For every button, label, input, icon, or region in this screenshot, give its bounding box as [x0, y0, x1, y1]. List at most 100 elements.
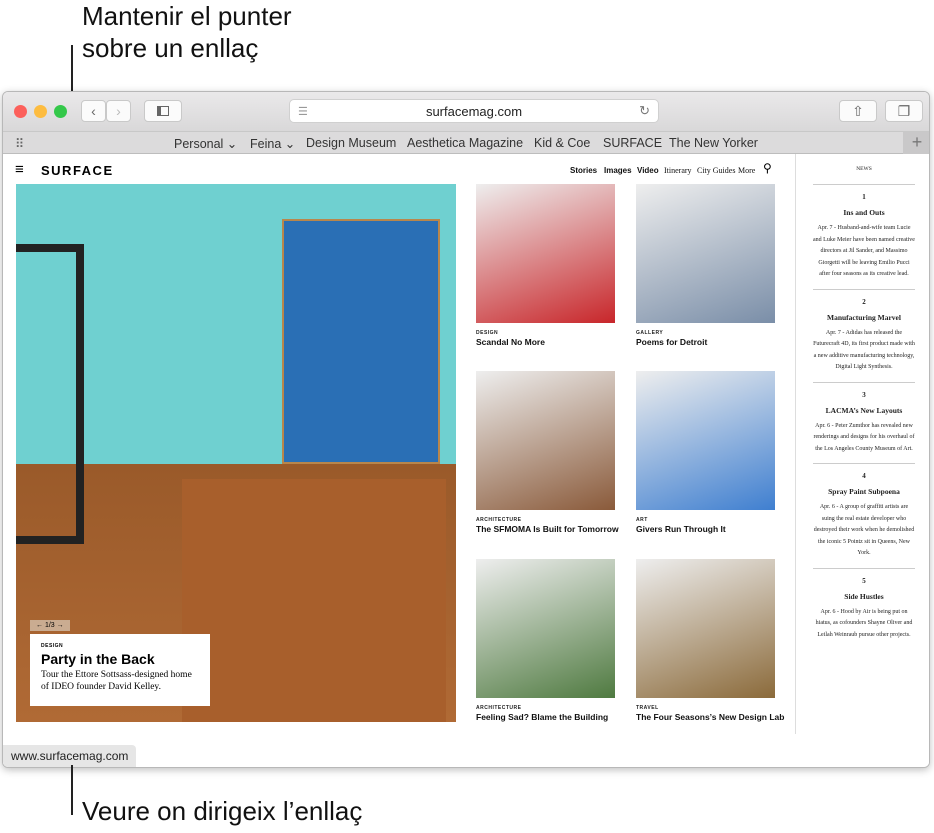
news-item[interactable]: 4 Spray Paint Subpoena Apr. 6 - A group of…: [813, 463, 915, 560]
nav-video[interactable]: Video: [637, 166, 659, 175]
nav-city-guides[interactable]: City Guides: [697, 166, 735, 175]
nav-stories[interactable]: Stories: [570, 166, 597, 175]
callout-line2: sobre un enllaç: [82, 33, 259, 63]
card-image[interactable]: [636, 371, 775, 510]
divider: [813, 463, 915, 464]
news-title[interactable]: LACMA’s New Layouts: [813, 406, 915, 415]
news-sidebar: NEWS 1 Ins and Outs Apr. 7 - Husband-and-w…: [813, 166, 915, 649]
toolbar: ‹ › ☰ surfacemag.com ↻ ⇧ ❐: [3, 92, 929, 131]
share-icon: ⇧: [852, 102, 864, 119]
bookmark-kid-coe[interactable]: Kid & Coe: [534, 136, 590, 150]
hero-sideboard: [182, 479, 446, 722]
callout-pointer-bottom: [71, 765, 73, 815]
back-button[interactable]: ‹: [81, 100, 106, 122]
card-image[interactable]: [636, 559, 775, 698]
card-image[interactable]: [476, 371, 615, 510]
hero-cabinet: [282, 219, 440, 464]
url-text: surfacemag.com: [425, 103, 523, 119]
callout-top: Mantenir el punter sobre un enllaç: [82, 0, 292, 64]
card-category: TRAVEL: [636, 705, 659, 711]
reader-icon[interactable]: ☰: [298, 105, 308, 118]
news-item[interactable]: 2 Manufacturing Marvel Apr. 7 - Adidas has…: [813, 288, 915, 374]
zoom-button[interactable]: [54, 105, 67, 118]
hero-desc: Tour the Ettore Sottsass-designed home o…: [41, 670, 192, 692]
tabs-icon: ❐: [897, 102, 911, 119]
news-body: Apr. 6 - A group of graffiti artists are…: [813, 504, 915, 556]
news-body: Apr. 7 - Adidas has released the Futurec…: [813, 329, 915, 371]
bookmark-personal[interactable]: Personal ⌄: [174, 136, 237, 151]
divider: [813, 381, 915, 383]
card-image[interactable]: [636, 184, 775, 323]
card-category: GALLERY: [636, 330, 664, 336]
card-title[interactable]: Givers Run Through It: [636, 524, 726, 534]
news-item[interactable]: 5 Side Hustles Apr. 6 - Hood by Air is bei…: [813, 567, 915, 642]
divider: [813, 288, 915, 290]
news-title[interactable]: Ins and Outs: [813, 208, 915, 217]
news-title[interactable]: Manufacturing Marvel: [813, 313, 915, 322]
news-number: 1: [862, 193, 866, 201]
callout-bottom: Veure on dirigeix l’enllaç: [82, 796, 363, 826]
grid-icon[interactable]: ⠿: [15, 136, 24, 151]
news-title[interactable]: Spray Paint Subpoena: [813, 487, 915, 496]
hero-title[interactable]: Party in the Back: [41, 651, 199, 667]
web-page: ≡ SURFACE Stories Images Video Itinerary…: [3, 154, 929, 767]
chevron-left-icon: ‹: [91, 103, 96, 119]
tabs-button[interactable]: ❐: [885, 100, 923, 122]
close-button[interactable]: [14, 105, 27, 118]
nav-more[interactable]: More: [738, 166, 755, 175]
new-tab-button[interactable]: +: [903, 132, 929, 154]
menu-icon[interactable]: ≡: [15, 161, 24, 178]
news-title[interactable]: Side Hustles: [813, 592, 915, 601]
bookmark-new-yorker[interactable]: The New Yorker: [669, 136, 758, 150]
news-number: 3: [862, 390, 866, 399]
site-logo[interactable]: SURFACE: [41, 163, 114, 178]
card-title[interactable]: Scandal No More: [476, 337, 545, 347]
card-category: ARCHITECTURE: [476, 705, 522, 711]
share-button[interactable]: ⇧: [839, 100, 877, 122]
address-bar[interactable]: ☰ surfacemag.com ↻: [289, 99, 659, 123]
nav-images[interactable]: Images: [604, 166, 632, 175]
news-body: Apr. 6 - Hood by Air is being put on hia…: [815, 608, 913, 638]
nav-itinerary[interactable]: Itinerary: [664, 166, 692, 175]
divider: [813, 567, 915, 569]
search-icon[interactable]: ⚲: [763, 161, 772, 175]
card-title[interactable]: The Four Seasons’s New Design Lab: [636, 712, 784, 722]
divider: [813, 184, 915, 185]
bookmark-surface[interactable]: SURFACE: [603, 136, 662, 150]
chevron-right-icon: ›: [116, 103, 121, 119]
hero-window: [16, 244, 84, 544]
sidebar-icon: [157, 106, 169, 116]
news-item[interactable]: 3 LACMA’s New Layouts Apr. 6 - Peter Zumth…: [813, 381, 915, 456]
card-title[interactable]: The SFMOMA Is Built for Tomorrow: [476, 524, 619, 534]
news-number: 2: [862, 297, 866, 306]
forward-button[interactable]: ›: [106, 100, 131, 122]
news-number: 4: [862, 472, 866, 480]
card-title[interactable]: Poems for Detroit: [636, 337, 707, 347]
news-body: Apr. 7 - Husband-and-wife team Lucie and…: [813, 225, 915, 277]
hero-caption[interactable]: DESIGN Party in the Back Tour the Ettore…: [30, 634, 210, 706]
bookmark-design-museum[interactable]: Design Museum: [306, 136, 396, 150]
card-category: ART: [636, 517, 648, 523]
browser-window: ‹ › ☰ surfacemag.com ↻ ⇧ ❐ ⠿ Personal ⌄ …: [2, 91, 930, 768]
card-category: ARCHITECTURE: [476, 517, 522, 523]
hero-category: DESIGN: [41, 643, 64, 649]
sidebar-button[interactable]: [144, 100, 182, 122]
hero-image[interactable]: ← 1/3 → DESIGN Party in the Back Tour th…: [16, 184, 456, 722]
hero-pager[interactable]: ← 1/3 →: [30, 620, 70, 631]
sidebar-divider: [795, 154, 796, 734]
news-number: 5: [862, 576, 866, 585]
minimize-button[interactable]: [34, 105, 47, 118]
reload-icon[interactable]: ↻: [639, 103, 650, 119]
news-item[interactable]: 1 Ins and Outs Apr. 7 - Husband-and-wife t…: [813, 184, 915, 281]
card-image[interactable]: [476, 184, 615, 323]
callout-line1: Mantenir el punter: [82, 1, 292, 31]
status-bar-url: www.surfacemag.com: [3, 745, 137, 767]
bookmarks-bar: ⠿ Personal ⌄ Feina ⌄ Design Museum Aesth…: [3, 131, 929, 154]
card-title[interactable]: Feeling Sad? Blame the Building: [476, 712, 608, 722]
news-body: Apr. 6 - Peter Zumthor has revealed new …: [813, 422, 915, 452]
bookmark-feina[interactable]: Feina ⌄: [250, 136, 295, 151]
card-category: DESIGN: [476, 330, 499, 336]
bookmark-aesthetica[interactable]: Aesthetica Magazine: [407, 136, 523, 150]
news-label: NEWS: [856, 166, 872, 172]
card-image[interactable]: [476, 559, 615, 698]
